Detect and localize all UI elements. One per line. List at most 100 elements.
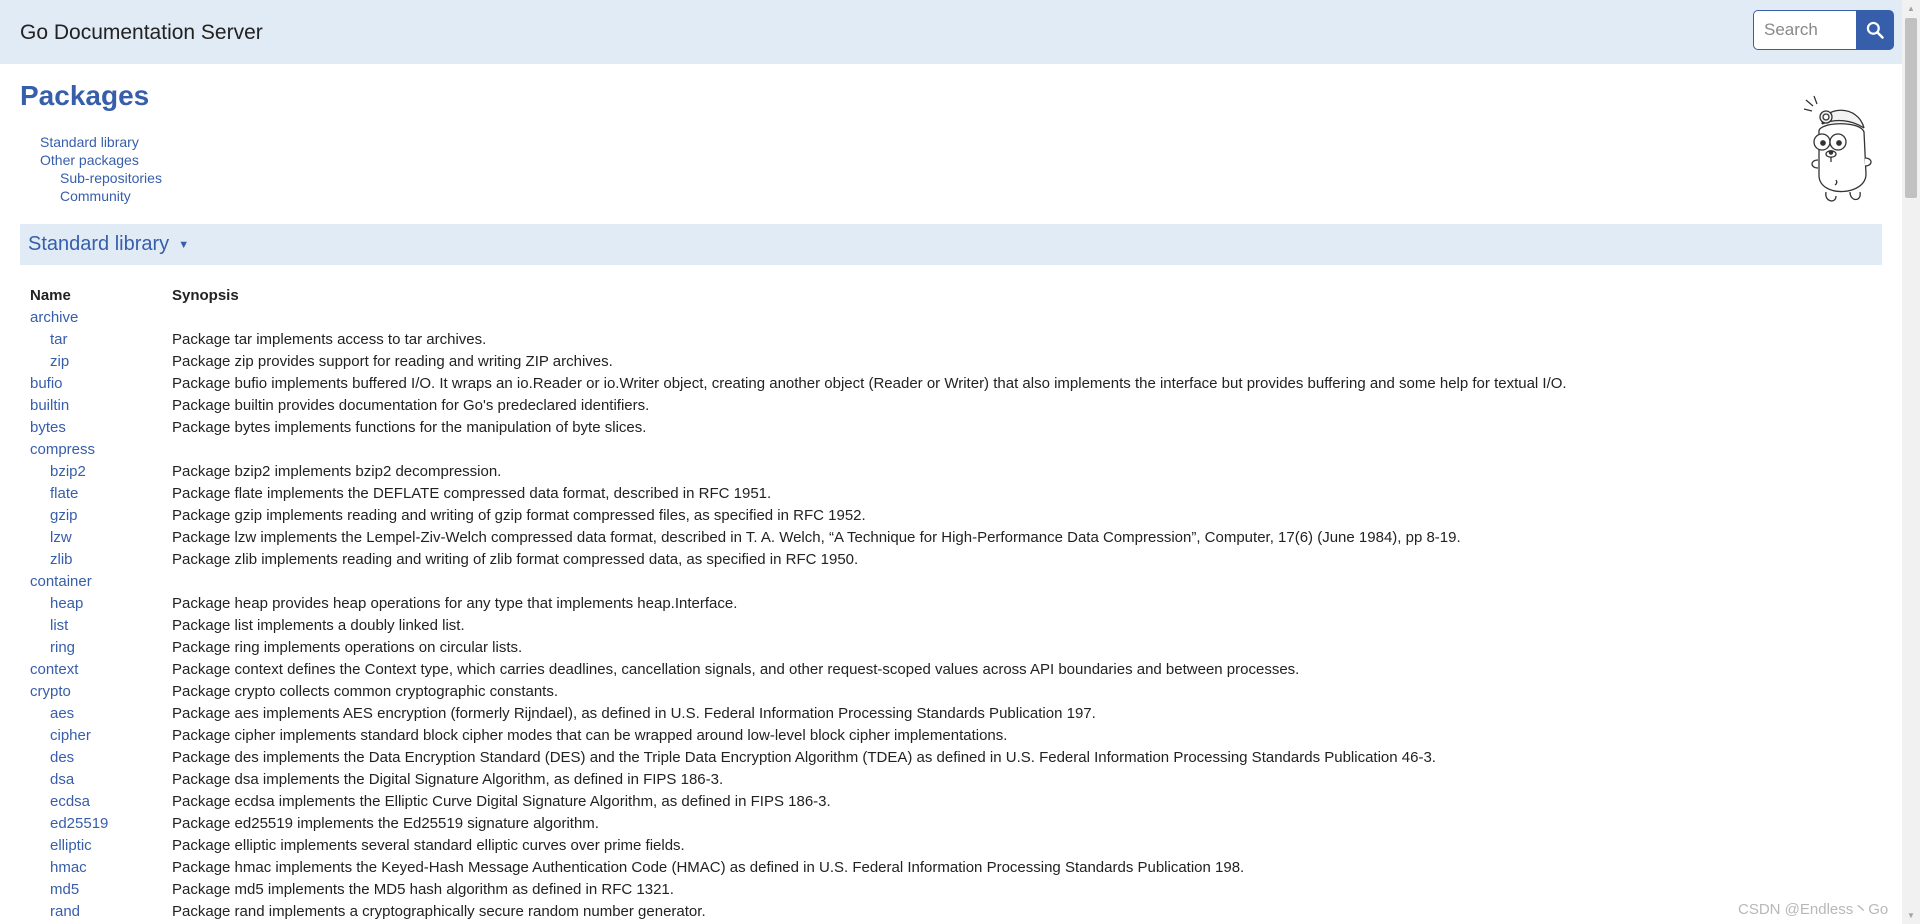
package-link-ring[interactable]: ring <box>30 639 75 656</box>
table-row: bufio Package bufio implements buffered I… <box>30 372 1567 394</box>
package-name-cell: bytes <box>30 416 172 438</box>
table-row: dsa Package dsa implements the Digital Si… <box>30 768 1567 790</box>
scroll-down-arrow-icon[interactable]: ▼ <box>1902 907 1920 924</box>
vertical-scrollbar[interactable]: ▲ ▼ <box>1902 0 1920 924</box>
package-link-gzip[interactable]: gzip <box>30 507 78 524</box>
package-name-cell: bufio <box>30 372 172 394</box>
package-synopsis: Package cipher implements standard block… <box>172 726 1008 744</box>
package-link-dsa[interactable]: dsa <box>30 771 74 788</box>
search-button[interactable] <box>1856 10 1894 50</box>
table-row: ecdsa Package ecdsa implements the Ellipt… <box>30 790 1567 812</box>
table-row: des Package des implements the Data Encry… <box>30 746 1567 768</box>
package-name-cell: list <box>30 614 172 636</box>
package-synopsis <box>172 570 1567 592</box>
package-link-hmac[interactable]: hmac <box>30 859 87 876</box>
table-row: compress <box>30 438 1567 460</box>
table-row: tar Package tar implements access to tar … <box>30 328 1567 350</box>
table-row: rand Package rand implements a cryptograp… <box>30 900 1567 922</box>
toc-link-community[interactable]: Community <box>40 187 162 205</box>
package-name-cell: archive <box>30 306 172 328</box>
package-link-ed25519[interactable]: ed25519 <box>30 815 108 832</box>
package-name-cell: context <box>30 658 172 680</box>
package-link-zip[interactable]: zip <box>30 353 69 370</box>
package-link-context[interactable]: context <box>30 661 78 678</box>
table-row: ed25519 Package ed25519 implements the Ed… <box>30 812 1567 834</box>
table-header-row: Name Synopsis <box>30 284 1567 306</box>
package-name-cell: zlib <box>30 548 172 570</box>
table-row: container <box>30 570 1567 592</box>
table-row: ring Package ring implements operations o… <box>30 636 1567 658</box>
site-title[interactable]: Go Documentation Server <box>20 21 263 45</box>
package-synopsis: Package ring implements operations on ci… <box>172 638 523 656</box>
package-name-cell: heap <box>30 592 172 614</box>
package-link-lzw[interactable]: lzw <box>30 529 72 546</box>
package-synopsis: Package des implements the Data Encrypti… <box>172 748 1436 766</box>
package-link-rand[interactable]: rand <box>30 903 80 920</box>
table-row: cipher Package cipher implements standard… <box>30 724 1567 746</box>
package-synopsis: Package bzip2 implements bzip2 decompres… <box>172 462 502 480</box>
package-link-container[interactable]: container <box>30 573 92 590</box>
packages-table-body: archive tar Package tar implements access … <box>30 306 1567 922</box>
package-link-heap[interactable]: heap <box>30 595 83 612</box>
package-synopsis <box>172 438 1567 460</box>
package-name-cell: aes <box>30 702 172 724</box>
table-row: builtin Package builtin provides document… <box>30 394 1567 416</box>
package-link-zlib[interactable]: zlib <box>30 551 73 568</box>
package-synopsis: Package lzw implements the Lempel-Ziv-We… <box>172 528 1461 546</box>
package-link-archive[interactable]: archive <box>30 309 78 326</box>
package-name-cell: lzw <box>30 526 172 548</box>
package-link-bytes[interactable]: bytes <box>30 419 66 436</box>
toc-link-standard-library[interactable]: Standard library <box>40 133 162 151</box>
toc-link-other-packages[interactable]: Other packages <box>40 151 162 169</box>
package-synopsis: Package bytes implements functions for t… <box>172 418 647 436</box>
table-row: hmac Package hmac implements the Keyed-Ha… <box>30 856 1567 878</box>
watermark: CSDN @Endless丶Go <box>1738 901 1889 918</box>
package-name-cell: bzip2 <box>30 460 172 482</box>
package-link-ecdsa[interactable]: ecdsa <box>30 793 90 810</box>
package-synopsis: Package list implements a doubly linked … <box>172 616 465 634</box>
section-title: Standard library <box>28 233 170 255</box>
gopher-icon <box>1802 92 1882 219</box>
search-input[interactable] <box>1753 10 1857 50</box>
package-name-cell: builtin <box>30 394 172 416</box>
table-row: list Package list implements a doubly lin… <box>30 614 1567 636</box>
standard-library-section-header[interactable]: Standard library ▼ <box>20 224 1882 265</box>
table-row: context Package context defines the Conte… <box>30 658 1567 680</box>
package-link-list[interactable]: list <box>30 617 68 634</box>
package-synopsis: Package zip provides support for reading… <box>172 352 613 370</box>
package-link-tar[interactable]: tar <box>30 331 68 348</box>
table-row: flate Package flate implements the DEFLAT… <box>30 482 1567 504</box>
package-name-cell: ed25519 <box>30 812 172 834</box>
package-link-des[interactable]: des <box>30 749 74 766</box>
table-row: bzip2 Package bzip2 implements bzip2 deco… <box>30 460 1567 482</box>
package-name-cell: elliptic <box>30 834 172 856</box>
package-link-bzip2[interactable]: bzip2 <box>30 463 86 480</box>
package-name-cell: container <box>30 570 172 592</box>
scroll-up-arrow-icon[interactable]: ▲ <box>1902 0 1920 17</box>
table-row: archive <box>30 306 1567 328</box>
package-link-cipher[interactable]: cipher <box>30 727 91 744</box>
table-row: elliptic Package elliptic implements seve… <box>30 834 1567 856</box>
scrollbar-thumb[interactable] <box>1905 18 1917 198</box>
search-icon <box>1866 21 1884 39</box>
package-synopsis: Package elliptic implements several stan… <box>172 836 685 854</box>
package-name-cell: des <box>30 746 172 768</box>
top-bar: Go Documentation Server <box>0 0 1902 64</box>
toc-link-sub-repositories[interactable]: Sub-repositories <box>40 169 162 187</box>
package-synopsis: Package crypto collects common cryptogra… <box>172 682 559 700</box>
package-link-flate[interactable]: flate <box>30 485 78 502</box>
package-synopsis: Package ecdsa implements the Elliptic Cu… <box>172 792 831 810</box>
package-link-md5[interactable]: md5 <box>30 881 79 898</box>
package-name-cell: ecdsa <box>30 790 172 812</box>
package-link-crypto[interactable]: crypto <box>30 683 71 700</box>
package-link-aes[interactable]: aes <box>30 705 74 722</box>
package-link-elliptic[interactable]: elliptic <box>30 837 92 854</box>
package-link-builtin[interactable]: builtin <box>30 397 69 414</box>
table-row: crypto Package crypto collects common cry… <box>30 680 1567 702</box>
package-link-compress[interactable]: compress <box>30 441 95 458</box>
package-link-bufio[interactable]: bufio <box>30 375 63 392</box>
table-row: gzip Package gzip implements reading and … <box>30 504 1567 526</box>
package-synopsis: Package bufio implements buffered I/O. I… <box>172 374 1567 392</box>
package-name-cell: md5 <box>30 878 172 900</box>
table-row: md5 Package md5 implements the MD5 hash a… <box>30 878 1567 900</box>
